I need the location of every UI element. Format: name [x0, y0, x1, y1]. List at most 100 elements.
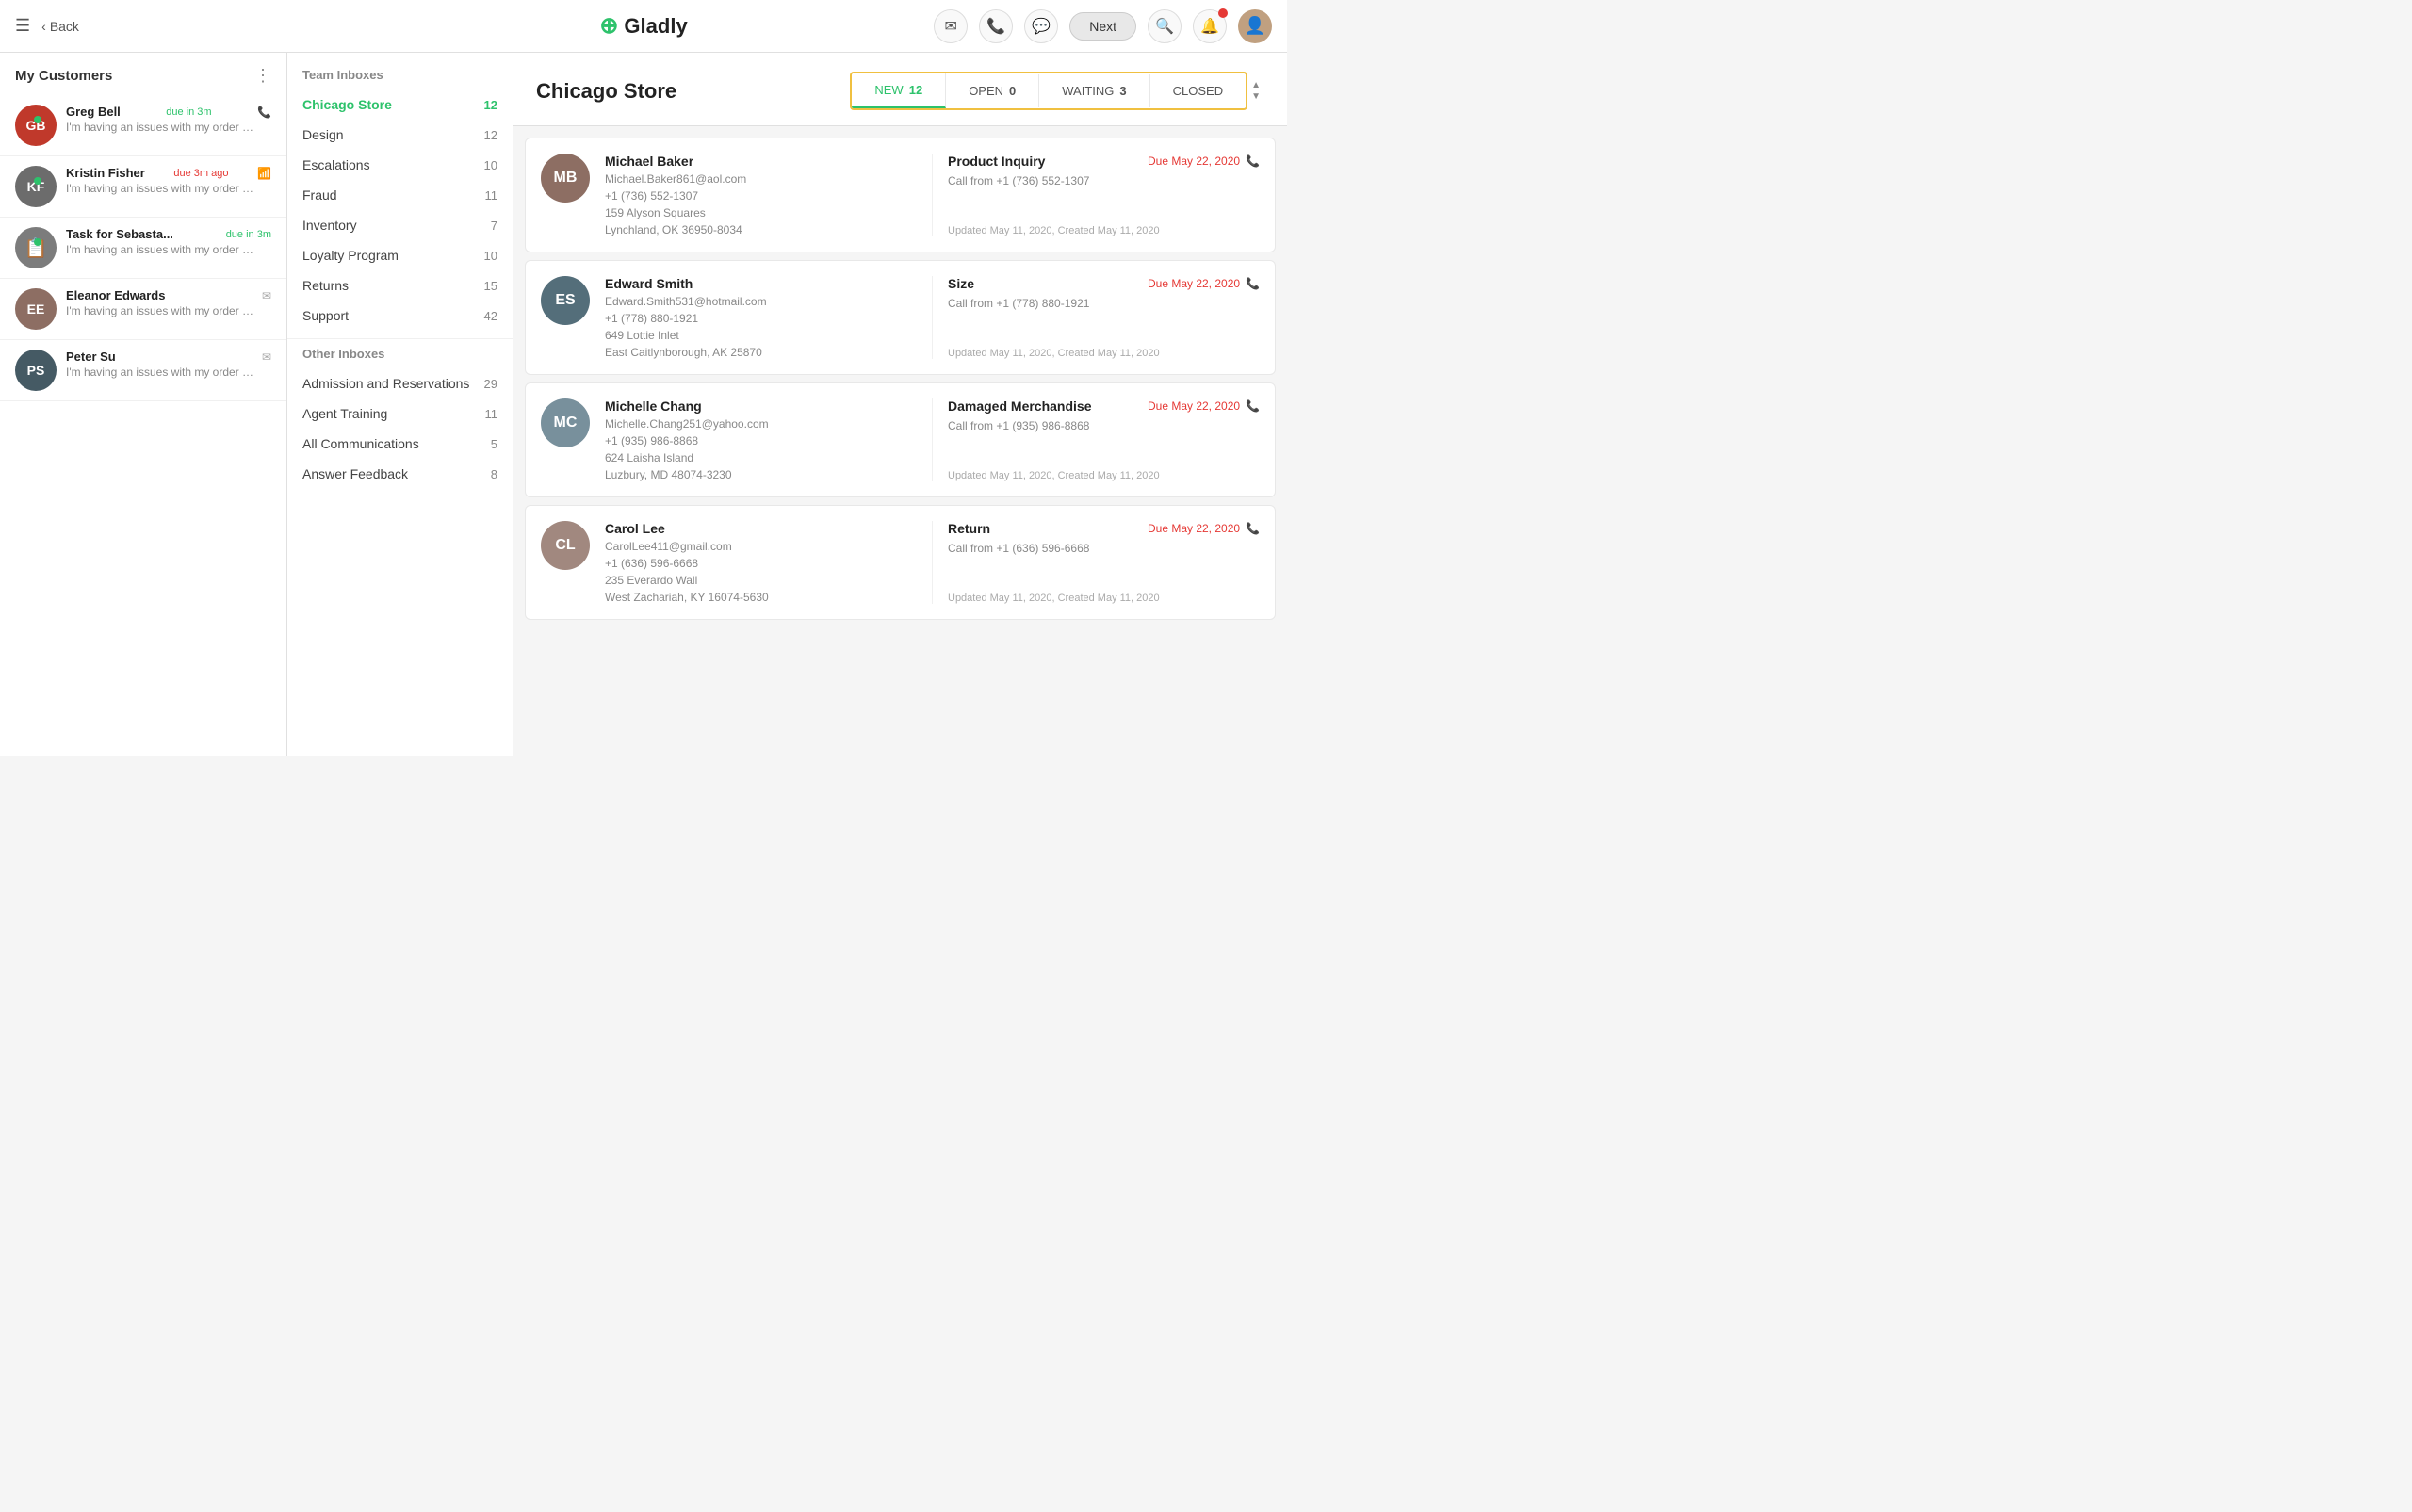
- customer-preview: I'm having an issues with my order that …: [66, 366, 254, 379]
- phone-icon: 📞: [1246, 277, 1260, 290]
- due-label: Due May 22, 2020: [1148, 399, 1240, 413]
- conv-contact-info: Michelle Chang Michelle.Chang251@yahoo.c…: [605, 398, 917, 481]
- back-button[interactable]: ‹ Back: [41, 19, 79, 34]
- inbox-label: Chicago Store: [302, 97, 392, 112]
- conv-details: Return Due May 22, 2020 📞 Call from +1 (…: [948, 521, 1260, 604]
- customer-name: Kristin Fisher: [66, 166, 145, 180]
- conv-right-top: Size Due May 22, 2020 📞: [948, 276, 1260, 291]
- conv-divider: [932, 154, 933, 236]
- conv-address2: East Caitlynborough, AK 25870: [605, 346, 917, 359]
- customer-item[interactable]: GB Greg Bell due in 3m 📞 I'm having an i…: [0, 95, 286, 156]
- chat-icon-button[interactable]: 💬: [1024, 9, 1058, 43]
- conv-avatar: CL: [541, 521, 590, 570]
- customer-name: Eleanor Edwards: [66, 288, 165, 302]
- tab-up-arrow[interactable]: ▲: [1251, 80, 1261, 91]
- nav-right: ✉ 📞 💬 Next 🔍 🔔 👤: [934, 9, 1272, 43]
- conv-timestamps: Updated May 11, 2020, Created May 11, 20…: [948, 348, 1260, 359]
- customer-info: Kristin Fisher due 3m ago 📶 I'm having a…: [66, 166, 271, 195]
- conv-due-date: Due May 22, 2020 📞: [1148, 522, 1260, 535]
- inbox-label: All Communications: [302, 436, 419, 451]
- inbox-item-loyalty-program[interactable]: Loyalty Program 10: [287, 240, 513, 270]
- conv-email: CarolLee411@gmail.com: [605, 540, 917, 553]
- conv-address1: 649 Lottie Inlet: [605, 329, 917, 342]
- other-inboxes-title: Other Inboxes: [287, 347, 513, 368]
- customer-item[interactable]: KF Kristin Fisher due 3m ago 📶 I'm havin…: [0, 156, 286, 218]
- inbox-item-chicago-store[interactable]: Chicago Store 12: [287, 89, 513, 120]
- conv-phone: +1 (935) 986-8868: [605, 434, 917, 447]
- inbox-item-fraud[interactable]: Fraud 11: [287, 180, 513, 210]
- conv-email: Edward.Smith531@hotmail.com: [605, 295, 917, 308]
- conversation-card[interactable]: CL Carol Lee CarolLee411@gmail.com +1 (6…: [525, 505, 1276, 620]
- phone-icon: 📞: [1246, 399, 1260, 413]
- inbox-item-inventory[interactable]: Inventory 7: [287, 210, 513, 240]
- customer-item[interactable]: 📋 Task for Sebasta... due in 3m I'm havi…: [0, 218, 286, 279]
- tab-waiting-count: 3: [1119, 84, 1126, 98]
- inbox-label: Returns: [302, 278, 349, 293]
- conversation-card[interactable]: MB Michael Baker Michael.Baker861@aol.co…: [525, 138, 1276, 252]
- inbox-label: Admission and Reservations: [302, 376, 469, 391]
- conv-address1: 159 Alyson Squares: [605, 206, 917, 219]
- inbox-count: 7: [491, 219, 497, 233]
- conv-source: Call from +1 (778) 880-1921: [948, 297, 1260, 310]
- more-options-icon[interactable]: ⋮: [254, 66, 271, 86]
- inbox-item-all-communications[interactable]: All Communications 5: [287, 429, 513, 459]
- conversation-card[interactable]: ES Edward Smith Edward.Smith531@hotmail.…: [525, 260, 1276, 375]
- conversation-card[interactable]: MC Michelle Chang Michelle.Chang251@yaho…: [525, 382, 1276, 497]
- phone-icon-button[interactable]: 📞: [979, 9, 1013, 43]
- mail-icon: ✉: [262, 350, 271, 364]
- customers-header: My Customers ⋮: [0, 53, 286, 95]
- inbox-count: 15: [484, 279, 497, 293]
- inbox-item-escalations[interactable]: Escalations 10: [287, 150, 513, 180]
- tab-open[interactable]: OPEN 0: [946, 74, 1039, 107]
- menu-icon[interactable]: ☰: [15, 16, 30, 36]
- customer-info: Eleanor Edwards ✉ I'm having an issues w…: [66, 288, 271, 317]
- conv-address1: 235 Everardo Wall: [605, 574, 917, 587]
- next-button[interactable]: Next: [1069, 12, 1136, 41]
- customer-preview: I'm having an issues with my order that …: [66, 243, 254, 256]
- customer-item[interactable]: EE Eleanor Edwards ✉ I'm having an issue…: [0, 279, 286, 340]
- customer-item[interactable]: PS Peter Su ✉ I'm having an issues with …: [0, 340, 286, 401]
- tab-open-label: OPEN: [969, 84, 1003, 98]
- inbox-count: 10: [484, 249, 497, 263]
- tab-new[interactable]: NEW 12: [852, 73, 946, 108]
- online-indicator: [34, 116, 41, 123]
- inbox-item-support[interactable]: Support 42: [287, 301, 513, 331]
- inboxes-panel: Team Inboxes Chicago Store 12 Design 12 …: [287, 53, 513, 756]
- inbox-count: 10: [484, 158, 497, 172]
- conv-divider: [932, 276, 933, 359]
- top-nav: ☰ ‹ Back ⊕ Gladly ✉ 📞 💬 Next 🔍 🔔 👤: [0, 0, 1287, 53]
- phone-icon: 📞: [257, 106, 271, 119]
- search-icon-button[interactable]: 🔍: [1148, 9, 1182, 43]
- conv-email: Michael.Baker861@aol.com: [605, 172, 917, 186]
- customer-preview: I'm having an issues with my order that …: [66, 121, 254, 134]
- mail-icon-button[interactable]: ✉: [934, 9, 968, 43]
- conv-contact-info: Michael Baker Michael.Baker861@aol.com +…: [605, 154, 917, 236]
- inbox-item-admission[interactable]: Admission and Reservations 29: [287, 368, 513, 398]
- inbox-item-returns[interactable]: Returns 15: [287, 270, 513, 301]
- tab-waiting-label: WAITING: [1062, 84, 1114, 98]
- conv-right-top: Return Due May 22, 2020 📞: [948, 521, 1260, 536]
- tab-closed[interactable]: CLOSED: [1150, 74, 1246, 107]
- content-header: Chicago Store NEW 12 OPEN 0 WAITING 3: [513, 53, 1287, 126]
- conv-subject: Damaged Merchandise: [948, 398, 1092, 414]
- notifications-button[interactable]: 🔔: [1193, 9, 1227, 43]
- inbox-label: Loyalty Program: [302, 248, 399, 263]
- inbox-count: 5: [491, 437, 497, 451]
- conv-address1: 624 Laisha Island: [605, 451, 917, 464]
- conv-divider: [932, 398, 933, 481]
- tab-new-count: 12: [909, 83, 922, 97]
- avatar[interactable]: 👤: [1238, 9, 1272, 43]
- conv-source: Call from +1 (736) 552-1307: [948, 174, 1260, 187]
- customer-meta: due in 3m: [166, 106, 211, 118]
- conv-details: Product Inquiry Due May 22, 2020 📞 Call …: [948, 154, 1260, 236]
- customer-preview: I'm having an issues with my order that …: [66, 304, 254, 317]
- inbox-item-design[interactable]: Design 12: [287, 120, 513, 150]
- conv-subject: Return: [948, 521, 990, 536]
- tab-waiting[interactable]: WAITING 3: [1039, 74, 1149, 107]
- conv-timestamps: Updated May 11, 2020, Created May 11, 20…: [948, 225, 1260, 236]
- phone-icon: 📞: [1246, 154, 1260, 168]
- tab-down-arrow[interactable]: ▼: [1251, 91, 1261, 103]
- inbox-item-answer-feedback[interactable]: Answer Feedback 8: [287, 459, 513, 489]
- logo: ⊕ Gladly: [599, 12, 687, 40]
- inbox-item-agent-training[interactable]: Agent Training 11: [287, 398, 513, 429]
